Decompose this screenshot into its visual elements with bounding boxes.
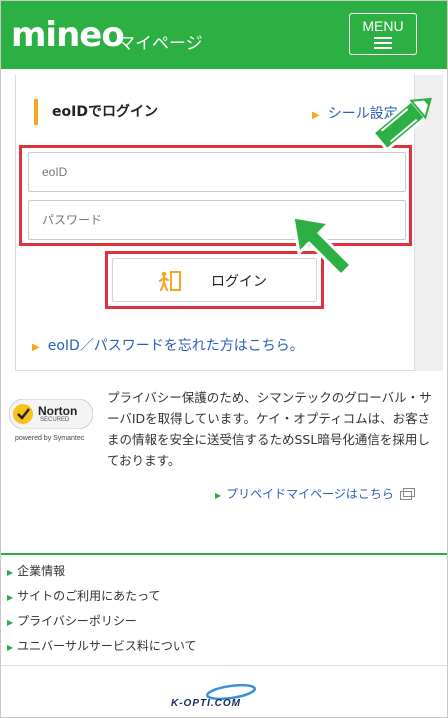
eoid-input[interactable] <box>28 152 406 192</box>
triangle-bullet-icon: ▶ <box>215 491 222 500</box>
triangle-bullet-icon: ▶ <box>7 593 14 602</box>
page-frame: mineo マイページ MENU eoIDでログイン ▶ シール設定 eoID … <box>0 0 448 718</box>
login-heading: eoIDでログイン <box>34 99 158 125</box>
login-button[interactable]: ログイン <box>112 258 317 302</box>
forgot-password-label: eoID／パスワードを忘れた方はこちら。 <box>47 338 304 354</box>
triangle-bullet-icon: ▶ <box>32 342 40 353</box>
triangle-bullet-icon: ▶ <box>7 643 14 652</box>
footer-link-label: 企業情報 <box>17 564 66 578</box>
norton-powered-by: powered by Symantec <box>15 435 85 442</box>
prepaid-mypage-label: プリペイドマイページはこちら <box>226 487 394 501</box>
menu-label: MENU <box>362 18 404 34</box>
footer-link-privacy[interactable]: ▶ プライバシーポリシー <box>7 613 197 638</box>
triangle-bullet-icon: ▶ <box>7 618 14 627</box>
footer-link-terms[interactable]: ▶ サイトのご利用にあたって <box>7 588 197 613</box>
door-exit-icon <box>159 271 181 292</box>
norton-secured: SECURED <box>40 417 70 423</box>
triangle-bullet-icon: ▶ <box>7 568 14 577</box>
triangle-bullet-icon: ▶ <box>312 110 320 121</box>
pointer-arrow-icon <box>291 215 353 277</box>
footer-rule <box>1 665 447 666</box>
footer-link-label: プライバシーポリシー <box>17 614 137 628</box>
prepaid-mypage-link[interactable]: ▶ プリペイドマイページはこちら <box>215 485 415 502</box>
login-button-label: ログイン <box>211 274 267 290</box>
pencil-icon <box>370 97 432 152</box>
mineo-logo[interactable]: mineo <box>11 15 125 55</box>
footer-link-label: サイトのご利用にあたって <box>17 589 161 603</box>
footer-links: ▶ 企業情報 ▶ サイトのご利用にあたって ▶ プライバシーポリシー ▶ ユニバーサルサ… <box>7 563 197 663</box>
page-title: マイページ <box>118 34 203 54</box>
external-window-icon <box>399 488 415 500</box>
footer-link-universal-service[interactable]: ▶ ユニバーサルサービス料について <box>7 638 197 663</box>
menu-button[interactable]: MENU <box>349 13 417 55</box>
footer-divider <box>1 553 447 555</box>
footer-link-company[interactable]: ▶ 企業情報 <box>7 563 197 588</box>
site-header: mineo マイページ MENU <box>1 1 447 69</box>
footer-link-label: ユニバーサルサービス料について <box>17 639 197 653</box>
hamburger-menu-icon <box>374 37 392 49</box>
norton-brand: Norton <box>38 404 78 418</box>
privacy-notice: プライバシー保護のため、シマンテックのグローバル・サーバIDを取得しています。ケ… <box>107 390 432 468</box>
k-opti-logo: K-OPTI.COM <box>171 698 241 709</box>
forgot-password-link[interactable]: ▶ eoID／パスワードを忘れた方はこちら。 <box>32 335 304 355</box>
norton-secured-seal[interactable]: Norton SECURED powered by Symantec <box>9 393 93 447</box>
